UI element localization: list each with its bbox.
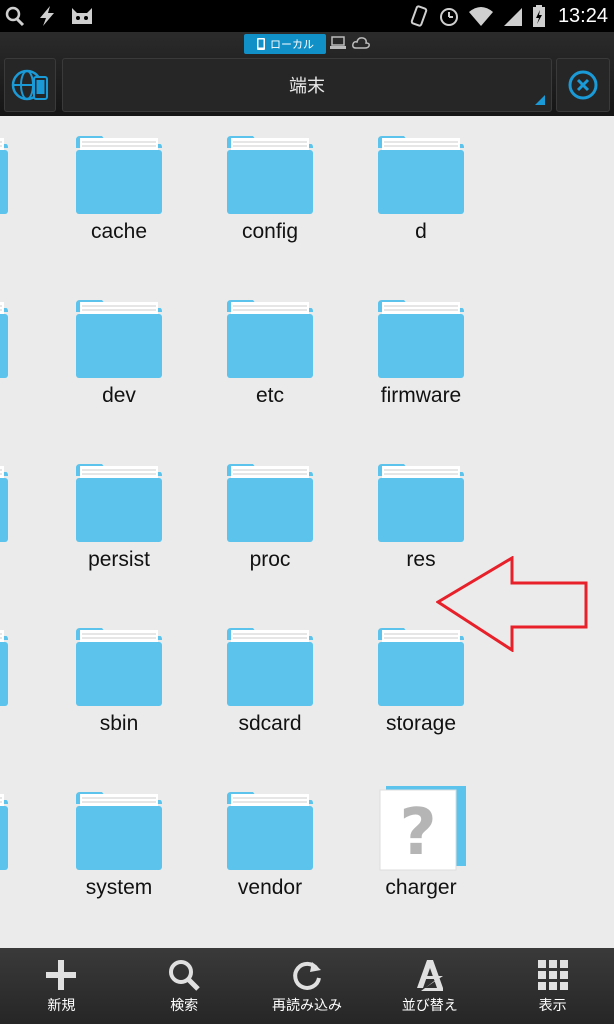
cloud-icon [352,37,370,49]
tab-strip: ローカル [0,32,614,54]
alarm-icon [439,8,458,26]
grid-row: system vendor ? charger [0,772,614,936]
folder-icon [74,294,164,382]
tab-network[interactable] [330,36,370,50]
folder-name: config [241,220,299,243]
folder-icon [74,130,164,218]
signal-icon [503,8,522,26]
tab-local-label: ローカル [270,38,314,51]
folder-item[interactable]: etc [205,280,335,430]
location-label: 端末 [289,76,325,97]
new-button[interactable]: 新規 [0,948,123,1024]
folder-item[interactable]: cache [54,116,184,266]
globe-device-button[interactable] [4,58,56,112]
grid-view-icon [535,957,571,993]
top-bar: ローカル 端末 [0,32,614,116]
reload-button[interactable]: 再読み込み [246,948,369,1024]
folder-icon[interactable] [0,130,10,218]
vibrate-icon [410,5,428,27]
folder-icon [74,622,164,710]
folder-item[interactable]: dev [54,280,184,430]
search-button[interactable]: 検索 [123,948,246,1024]
file-name: charger [385,876,457,899]
folder-icon [225,786,315,874]
plus-icon [43,957,79,993]
file-item[interactable]: ? charger [356,772,486,922]
folder-icon[interactable] [0,458,10,546]
folder-icon [376,294,466,382]
location-dropdown[interactable]: 端末 [62,58,552,112]
flash-icon [40,6,54,26]
folder-item[interactable]: d [356,116,486,266]
computer-icon [330,36,346,49]
folder-icon [74,786,164,874]
unknown-file-icon: ? [376,786,466,874]
folder-item[interactable]: vendor [205,772,335,922]
grid-row: dev etc firmware [0,280,614,444]
folder-item[interactable]: sdcard [205,608,335,758]
folder-icon [225,130,315,218]
folder-item[interactable]: firmware [356,280,486,430]
folder-icon [225,458,315,546]
folder-item[interactable]: proc [205,444,335,594]
folder-icon[interactable] [0,786,10,874]
folder-name: storage [385,712,457,735]
sort-button[interactable]: 並び替え [368,948,491,1024]
new-label: 新規 [47,998,76,1014]
svg-text:?: ? [399,796,436,870]
sort-az-icon [412,957,448,993]
folder-icon [376,458,466,546]
folder-name: etc [255,384,284,407]
folder-icon [74,458,164,546]
refresh-icon [289,957,325,993]
folder-name: dev [102,384,136,407]
annotation-arrow-icon [436,556,588,652]
folder-name: vendor [237,876,303,899]
folder-item[interactable]: system [54,772,184,922]
search-icon [166,957,202,993]
dropdown-corner-icon [535,95,545,105]
battery-icon [532,5,545,27]
folder-icon[interactable] [0,294,10,382]
view-button[interactable]: 表示 [491,948,614,1024]
folder-name: sdcard [238,712,302,735]
folder-icon [376,130,466,218]
globe-device-icon [11,69,48,101]
sort-label: 並び替え [401,998,458,1014]
folder-name: cache [90,220,148,243]
close-button[interactable] [556,58,610,112]
folder-icon [225,622,315,710]
folder-name: proc [249,548,291,571]
folder-item[interactable]: persist [54,444,184,594]
view-label: 表示 [538,998,567,1014]
folder-item[interactable]: config [205,116,335,266]
clock: 13:24 [557,5,608,27]
folder-icon[interactable] [0,622,10,710]
reload-label: 再読み込み [271,998,342,1014]
folder-item[interactable]: sbin [54,608,184,758]
tab-local[interactable]: ローカル [244,34,326,54]
file-grid[interactable]: cache config d dev etc firmware persist … [0,116,614,948]
bottom-toolbar: 新規 検索 再読み込み 並び替え 表示 [0,948,614,1024]
wifi-icon [468,7,493,26]
close-circle-icon [568,70,598,100]
folder-icon [225,294,315,382]
phone-icon [257,38,265,50]
search-icon [5,6,25,27]
status-bar: 13:24 [0,0,614,32]
folder-name: d [415,220,427,243]
grid-row: cache config d [0,116,614,280]
folder-name: sbin [99,712,139,735]
folder-name: firmware [380,384,462,407]
cat-icon [72,8,92,24]
folder-name: system [85,876,153,899]
folder-name: persist [88,548,150,571]
search-label: 検索 [170,998,199,1014]
